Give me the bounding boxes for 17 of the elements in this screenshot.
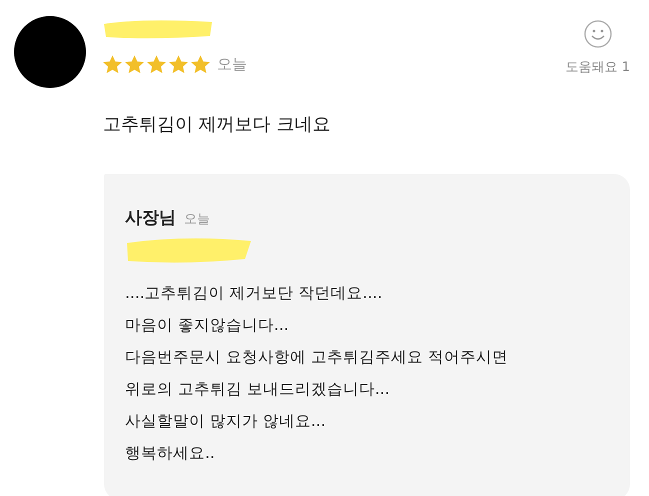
star-icon [168,54,189,75]
helpful-count[interactable]: 도움돼요 1 [566,58,630,76]
reply-date: 오늘 [184,211,210,228]
star-icon [146,54,167,75]
reply-line: 마음이 좋지않습니다... [125,315,290,336]
reply-line: 다음번주문시 요청사항에 고추튀김주세요 적어주시면 [125,347,509,368]
reply-line: 사실할말이 많지가 않네요... [125,411,327,432]
star-icon [124,54,145,75]
reply-line: ....고추튀김이 제거보단 작던데요.... [125,283,384,304]
reply-line: 위로의 고추튀김 보내드리겠습니다... [125,379,391,400]
star-icon [190,54,211,75]
review-text: 고추튀김이 제꺼보다 크네요 [103,113,332,136]
reply-author: 사장님 [125,207,176,229]
reply-line: 행복하세요.. [125,443,216,464]
star-icon [102,54,123,75]
review-date: 오늘 [217,55,247,74]
smiley-icon[interactable] [584,20,612,48]
